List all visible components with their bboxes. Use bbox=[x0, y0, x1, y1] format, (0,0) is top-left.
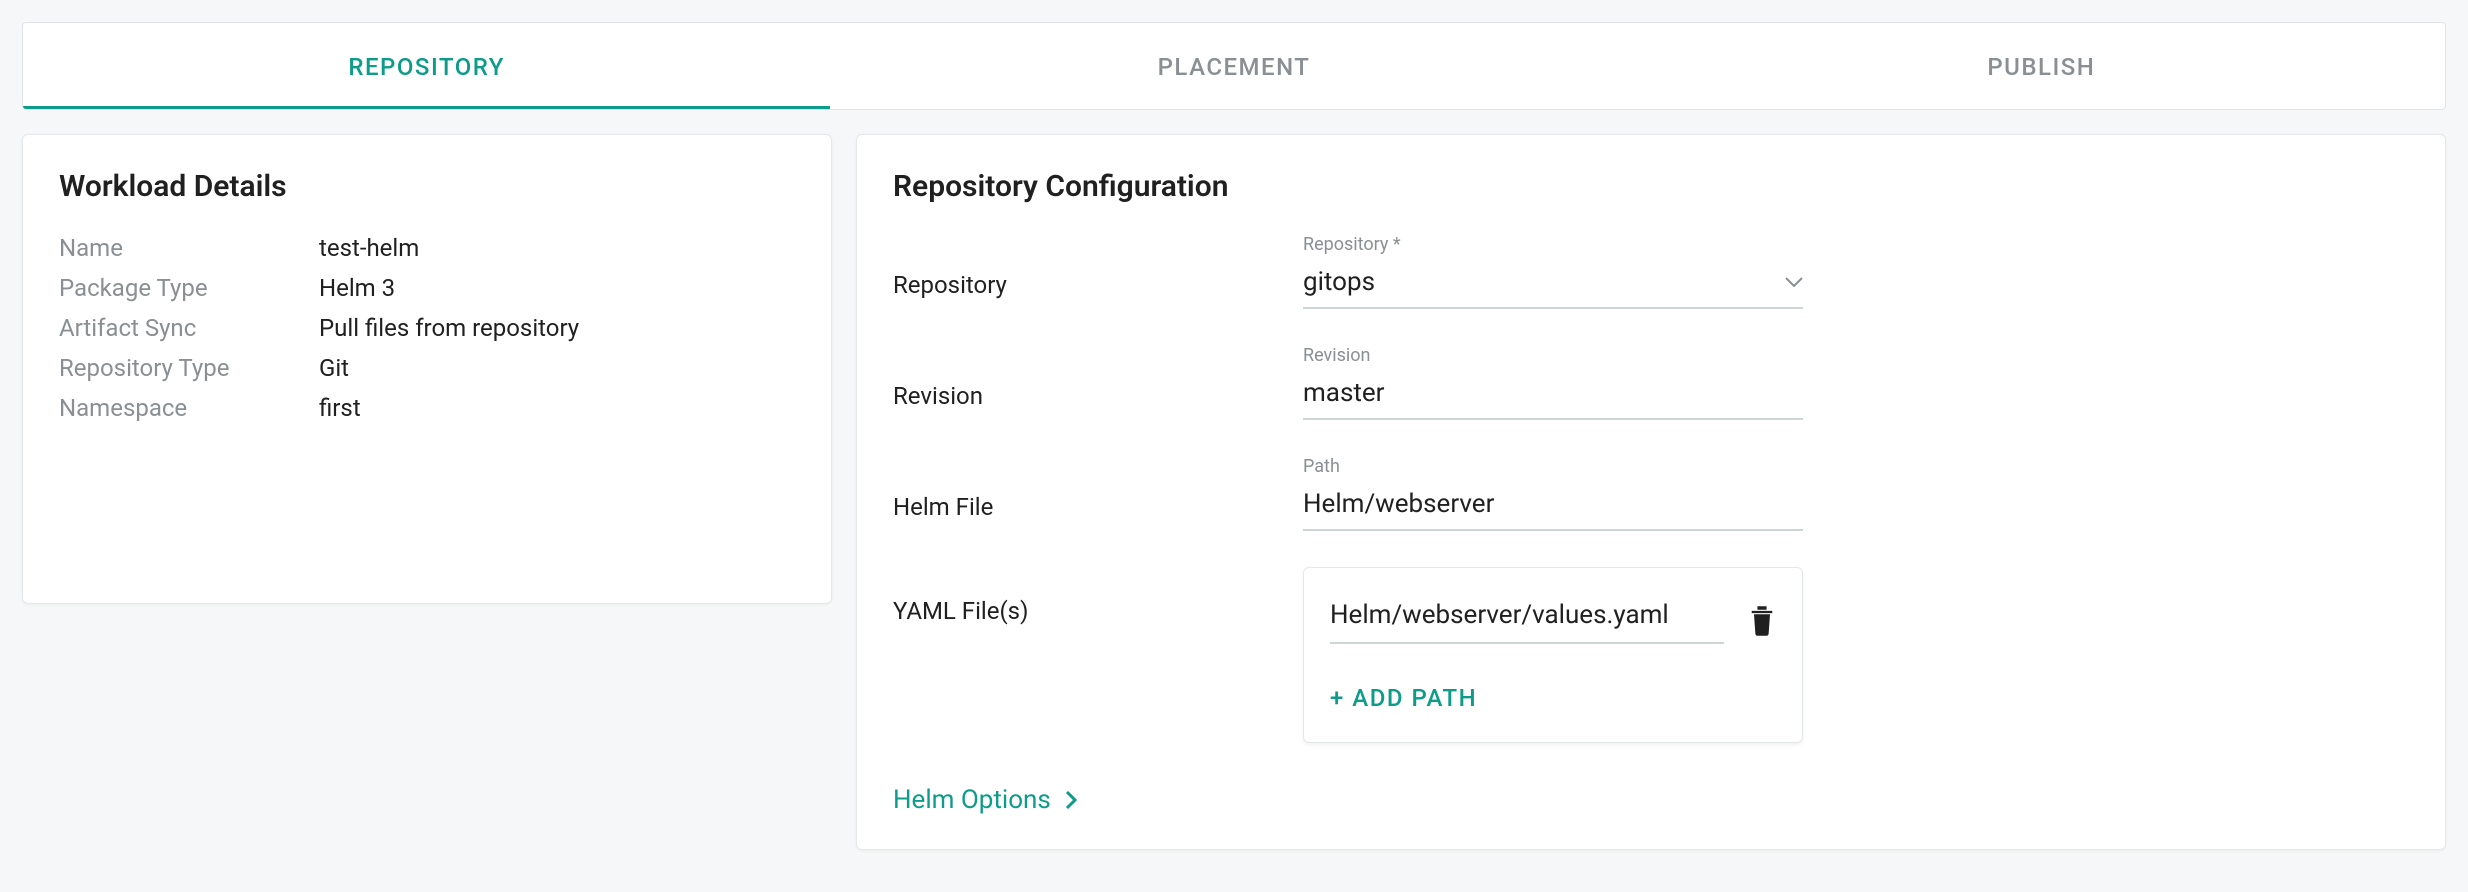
detail-row-name: Name test-helm bbox=[59, 234, 795, 262]
revision-value: master bbox=[1303, 378, 1384, 408]
helm-options-toggle[interactable]: Helm Options bbox=[893, 785, 1077, 815]
revision-input[interactable]: master bbox=[1303, 372, 1803, 420]
yaml-file-input[interactable]: Helm/webserver/values.yaml bbox=[1330, 596, 1724, 644]
helm-options-label: Helm Options bbox=[893, 785, 1051, 815]
tab-placement[interactable]: PLACEMENT bbox=[830, 23, 1637, 109]
tabs-bar: REPOSITORY PLACEMENT PUBLISH bbox=[22, 22, 2446, 110]
float-label-repository: Repository * bbox=[1303, 234, 1803, 255]
detail-value-artifact-sync: Pull files from repository bbox=[319, 314, 579, 342]
tab-repository[interactable]: REPOSITORY bbox=[23, 23, 830, 109]
cfg-row-yaml-files: YAML File(s) Helm/webserver/values.yaml … bbox=[893, 567, 2409, 743]
tab-publish[interactable]: PUBLISH bbox=[1638, 23, 2445, 109]
cfg-label-helm-file: Helm File bbox=[893, 493, 1303, 531]
trash-icon bbox=[1748, 604, 1776, 636]
detail-label-package-type: Package Type bbox=[59, 274, 319, 302]
detail-label-namespace: Namespace bbox=[59, 394, 319, 422]
float-label-revision: Revision bbox=[1303, 345, 1803, 366]
detail-label-artifact-sync: Artifact Sync bbox=[59, 314, 319, 342]
detail-label-name: Name bbox=[59, 234, 319, 262]
float-label-path: Path bbox=[1303, 456, 1803, 477]
workload-details-title: Workload Details bbox=[59, 169, 795, 204]
repository-value: gitops bbox=[1303, 267, 1375, 297]
cfg-label-yaml-files: YAML File(s) bbox=[893, 567, 1303, 635]
detail-row-namespace: Namespace first bbox=[59, 394, 795, 422]
detail-value-name: test-helm bbox=[319, 234, 419, 262]
helm-file-path-input[interactable]: Helm/webserver bbox=[1303, 483, 1803, 531]
cfg-row-revision: Revision Revision master bbox=[893, 345, 2409, 420]
helm-file-path-value: Helm/webserver bbox=[1303, 489, 1494, 519]
cfg-label-repository: Repository bbox=[893, 271, 1303, 309]
cfg-label-revision: Revision bbox=[893, 382, 1303, 420]
detail-value-namespace: first bbox=[319, 394, 361, 422]
detail-row-artifact-sync: Artifact Sync Pull files from repository bbox=[59, 314, 795, 342]
add-path-button[interactable]: + ADD PATH bbox=[1330, 684, 1776, 712]
detail-value-package-type: Helm 3 bbox=[319, 274, 395, 302]
workload-details-card: Workload Details Name test-helm Package … bbox=[22, 134, 832, 604]
yaml-files-card: Helm/webserver/values.yaml + ADD PATH bbox=[1303, 567, 1803, 743]
delete-yaml-button[interactable] bbox=[1748, 604, 1776, 636]
repo-config-title: Repository Configuration bbox=[893, 169, 2409, 204]
detail-label-repo-type: Repository Type bbox=[59, 354, 319, 382]
detail-row-package-type: Package Type Helm 3 bbox=[59, 274, 795, 302]
cfg-row-repository: Repository Repository * gitops bbox=[893, 234, 2409, 309]
repo-config-card: Repository Configuration Repository Repo… bbox=[856, 134, 2446, 850]
yaml-file-item: Helm/webserver/values.yaml bbox=[1330, 596, 1776, 644]
detail-value-repo-type: Git bbox=[319, 354, 349, 382]
cfg-row-helm-file: Helm File Path Helm/webserver bbox=[893, 456, 2409, 531]
detail-row-repo-type: Repository Type Git bbox=[59, 354, 795, 382]
repository-select[interactable]: gitops bbox=[1303, 261, 1803, 309]
chevron-right-icon bbox=[1065, 790, 1077, 810]
dropdown-caret-icon bbox=[1785, 277, 1803, 287]
